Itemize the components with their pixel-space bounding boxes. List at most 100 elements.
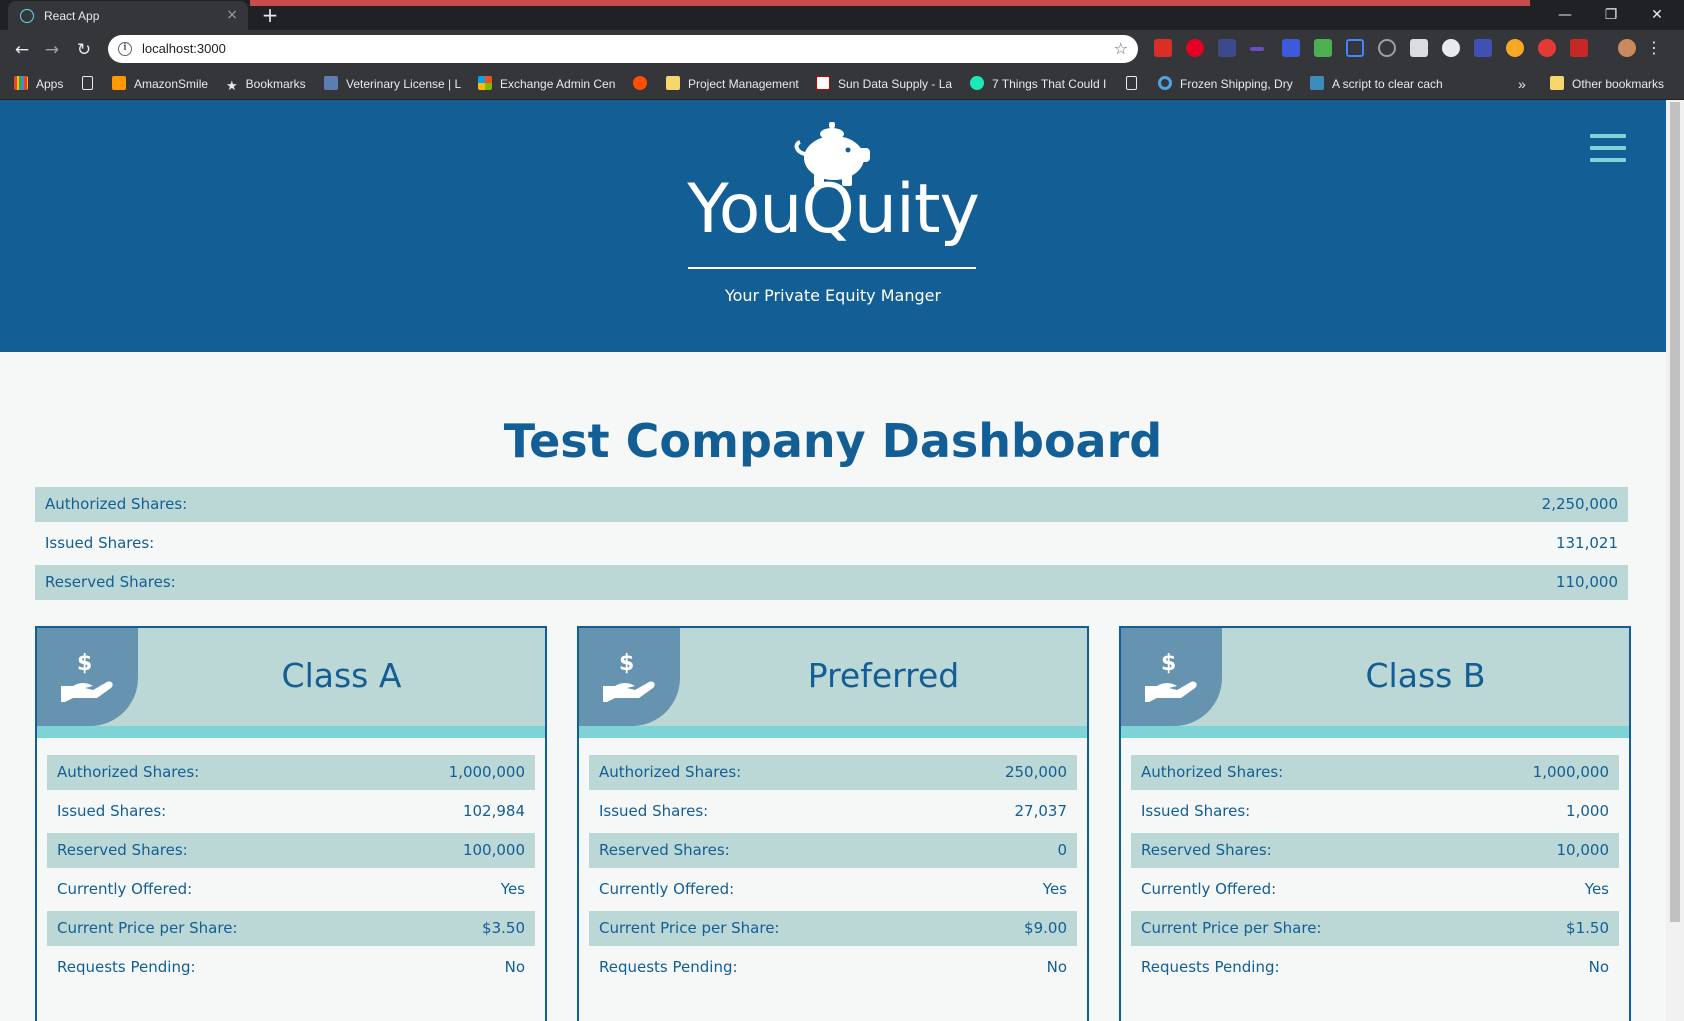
card-row: Reserved Shares: 100,000 [47,833,535,868]
row-value: 0 [1057,841,1067,859]
summary-value: 131,021 [1555,534,1618,552]
bookmarks-overflow[interactable]: » [1518,75,1526,93]
row-label: Reserved Shares: [599,841,730,859]
card-stripe [1121,726,1629,738]
close-window-button[interactable]: ✕ [1634,2,1680,28]
bookmark-page[interactable] [82,75,101,93]
browser-tab[interactable]: React App × [8,1,248,30]
info-icon[interactable]: i [118,42,132,56]
menu-kebab-icon[interactable]: ⋮ [1646,38,1662,57]
row-value: No [1046,958,1067,976]
back-icon[interactable]: ← [10,38,34,62]
new-tab-button[interactable]: + [258,4,282,26]
row-label: Authorized Shares: [57,763,200,781]
extension-icon[interactable] [1282,39,1300,57]
row-label: Current Price per Share: [57,919,238,937]
reload-icon[interactable]: ↻ [72,38,96,62]
card-header: $ Class A [37,628,545,726]
pinterest-icon[interactable] [1186,39,1204,57]
profile-avatar[interactable] [1618,39,1636,57]
row-label: Authorized Shares: [1141,763,1284,781]
row-label: Currently Offered: [599,880,735,898]
vet-icon [324,76,338,90]
bookmark-project-management[interactable]: Project Management [666,75,799,93]
row-label: Current Price per Share: [1141,919,1322,937]
arrow-circle-icon [970,76,984,90]
row-label: Issued Shares: [599,802,709,820]
card-row: Authorized Shares: 1,000,000 [47,755,535,790]
scrollbar-thumb[interactable] [1670,102,1680,922]
extension-icon[interactable] [1506,39,1524,57]
card-icon-box: $ [1121,628,1222,726]
row-value: $3.50 [482,919,525,937]
card-row: Issued Shares: 1,000 [1131,794,1619,829]
row-value: No [1588,958,1609,976]
cors-icon[interactable] [1314,39,1332,57]
summary-label: Reserved Shares: [45,573,176,591]
forward-icon[interactable]: → [40,38,64,62]
browser-toolbar: ← → ↻ i localhost:3000 ☆ ⋮ [0,30,1684,68]
extension-icon[interactable] [1410,39,1428,57]
folder-icon [666,76,680,90]
brand-divider [688,267,976,269]
bookmark-amazonsmile[interactable]: AmazonSmile [112,75,208,93]
restore-button[interactable]: ❐ [1588,2,1634,28]
pen-icon[interactable] [1250,47,1264,51]
summary-value: 110,000 [1555,573,1618,591]
card-stripe [579,726,1087,738]
bookmark-other[interactable]: Other bookmarks [1550,75,1664,93]
extension-icon[interactable] [1570,39,1588,57]
z-extension-icon[interactable] [1474,39,1492,57]
bookmark-apps[interactable]: Apps [14,75,63,93]
sun-data-icon [816,76,830,90]
bookmark-ars[interactable] [633,75,655,93]
row-label: Requests Pending: [599,958,738,976]
bookmark-7-things[interactable]: 7 Things That Could I [970,75,1106,93]
folder-icon [1550,76,1564,90]
row-label: Requests Pending: [1141,958,1280,976]
bookmark-veterinary[interactable]: Veterinary License | L [324,75,461,93]
svg-text:$: $ [619,651,634,676]
share-class-card: $ Preferred Authorized Shares: 250,000 Is… [577,626,1089,1021]
bookmark-bookmarks[interactable]: ★ Bookmarks [226,75,306,93]
tab-close-icon[interactable]: × [226,7,238,23]
svg-text:$: $ [77,651,92,676]
card-row: Reserved Shares: 0 [589,833,1077,868]
card-header: $ Preferred [579,628,1087,726]
row-label: Reserved Shares: [57,841,188,859]
bookmark-exchange[interactable]: Exchange Admin Cen [478,75,615,93]
extension-icon[interactable] [1538,39,1556,57]
row-label: Issued Shares: [1141,802,1251,820]
browser-chrome: React App × + — ❐ ✕ ← → ↻ i localhost:30… [0,0,1684,100]
bookmark-star-icon[interactable]: ☆ [1114,39,1128,58]
hamburger-menu-icon[interactable] [1590,134,1626,164]
bookmark-page-2[interactable] [1126,75,1145,93]
card-row: Authorized Shares: 1,000,000 [1131,755,1619,790]
amazon-icon [112,76,126,90]
card-row: Requests Pending: No [589,950,1077,985]
extension-icon[interactable] [1378,39,1396,57]
card-row: Current Price per Share: $9.00 [589,911,1077,946]
star-icon: ★ [226,78,238,93]
page-viewport: YouQuity Your Private Equity Manger Test… [0,100,1666,1021]
bookmark-sun-data[interactable]: Sun Data Supply - La [816,75,952,93]
card-row: Issued Shares: 102,984 [47,794,535,829]
card-title: Preferred [807,656,960,695]
address-bar[interactable]: i localhost:3000 ☆ [108,35,1138,63]
bookmark-clear-cache[interactable]: A script to clear cach [1310,75,1443,93]
extension-icon[interactable] [1346,39,1364,57]
card-icon-box: $ [37,628,138,726]
page-scrollbar[interactable] [1666,100,1684,1021]
card-row: Current Price per Share: $1.50 [1131,911,1619,946]
summary-value: 2,250,000 [1541,495,1618,513]
card-icon-box: $ [579,628,680,726]
url-text[interactable]: localhost:3000 [142,41,226,56]
brand-title: YouQuity [687,170,980,249]
bookmark-frozen-shipping[interactable]: Frozen Shipping, Dry [1158,75,1293,93]
extension-icon[interactable] [1218,39,1236,57]
minimize-button[interactable]: — [1542,2,1588,28]
extension-icon[interactable] [1442,39,1460,57]
bookmarks-bar: Apps AmazonSmile ★ Bookmarks Veterinary L… [0,68,1684,100]
tab-strip: React App × + — ❐ ✕ [0,0,1684,30]
extension-icon[interactable] [1154,39,1172,57]
